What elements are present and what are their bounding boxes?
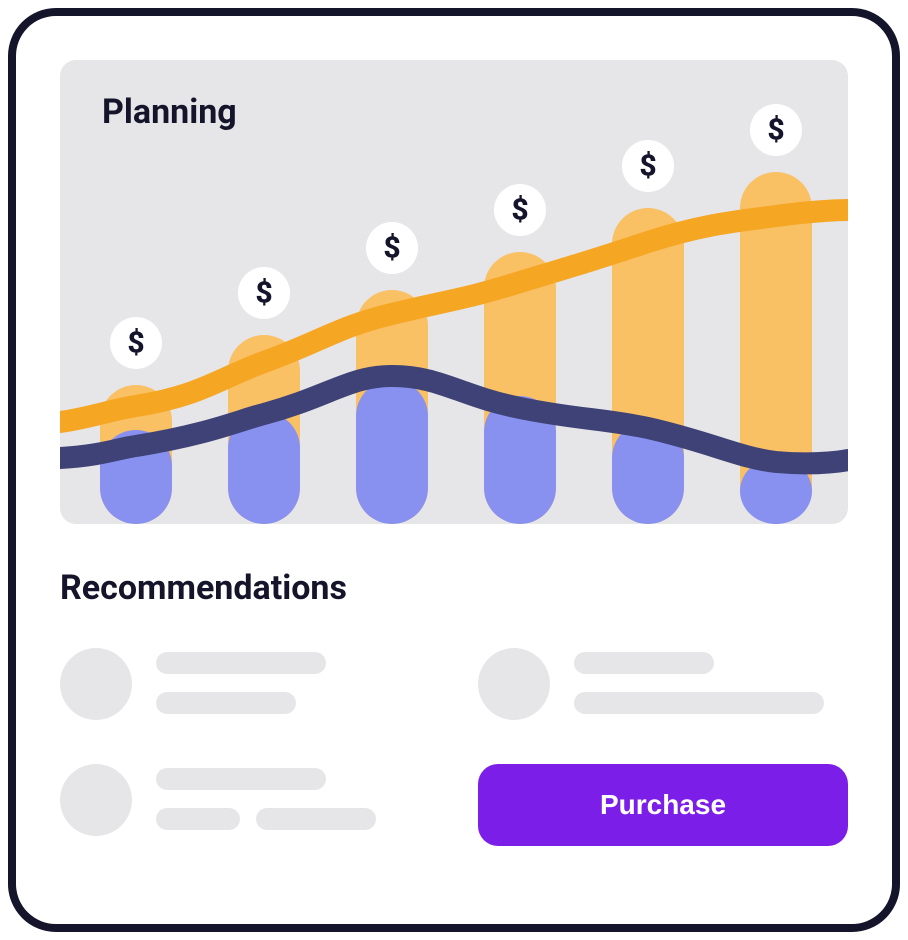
- placeholder-line: [156, 768, 326, 790]
- dollar-badge-2: $: [238, 267, 290, 319]
- placeholder-line: [256, 808, 376, 830]
- dollar-icon: $: [127, 326, 144, 361]
- dollar-icon: $: [255, 276, 272, 311]
- text-placeholder: [156, 648, 326, 714]
- placeholder-line: [574, 652, 714, 674]
- dollar-icon: $: [511, 193, 528, 228]
- bar-blue-3: [356, 380, 428, 524]
- recommendation-item: [60, 648, 430, 720]
- dollar-badge-3: $: [366, 222, 418, 274]
- dollar-badge-4: $: [494, 184, 546, 236]
- avatar-placeholder: [60, 764, 132, 836]
- dollar-icon: $: [767, 113, 784, 148]
- avatar-placeholder: [478, 648, 550, 720]
- recommendations-grid: Purchase: [60, 648, 848, 846]
- recommendations-title: Recommendations: [60, 568, 848, 608]
- placeholder-line: [156, 692, 296, 714]
- placeholder-line: [156, 652, 326, 674]
- recommendation-item: [478, 648, 848, 720]
- text-placeholder: [156, 764, 376, 830]
- planning-chart-panel: Planning: [60, 60, 848, 524]
- dollar-badge-6: $: [750, 104, 802, 156]
- placeholder-line-row: [156, 808, 376, 830]
- dollar-icon: $: [383, 231, 400, 266]
- dollar-badge-1: $: [110, 317, 162, 369]
- placeholder-line: [574, 692, 824, 714]
- dollar-icon: $: [639, 149, 656, 184]
- avatar-placeholder: [60, 648, 132, 720]
- dashboard-card: Planning: [8, 8, 900, 932]
- dollar-badge-5: $: [622, 140, 674, 192]
- planning-chart: $ $ $ $ $ $: [60, 60, 848, 524]
- recommendation-item: [60, 764, 430, 846]
- purchase-button[interactable]: Purchase: [478, 764, 848, 846]
- text-placeholder: [574, 648, 824, 714]
- placeholder-line: [156, 808, 240, 830]
